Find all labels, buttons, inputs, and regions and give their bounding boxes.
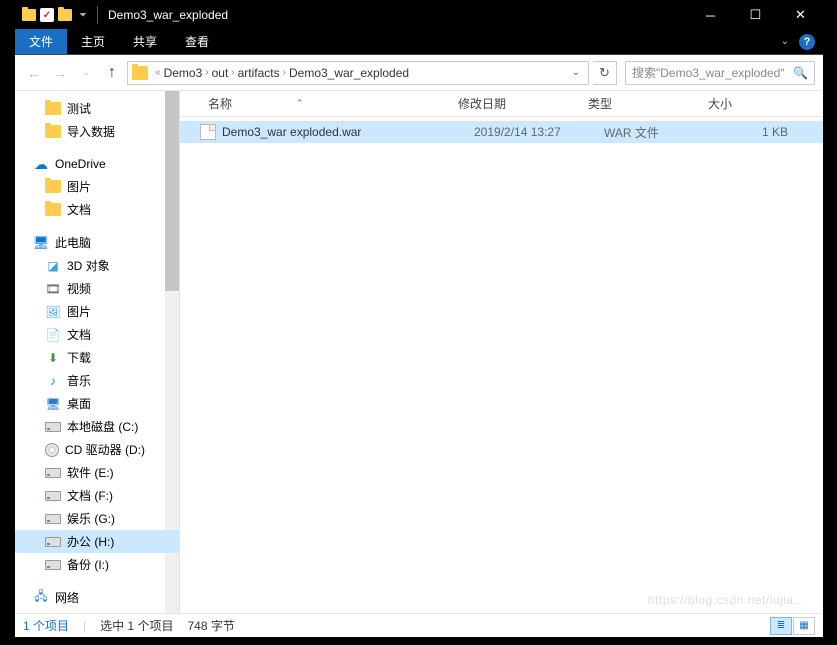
breadcrumb-item[interactable]: artifacts [238, 66, 280, 80]
main-area: 测试 导入数据 ☁OneDrive 图片 文档 🖥此电脑 ◪3D 对象 🎞视频 … [15, 91, 823, 613]
app-folder-icon [21, 7, 37, 23]
file-date: 2019/2/14 13:27 [466, 125, 596, 139]
drive-icon [45, 514, 61, 524]
nav-drive-f[interactable]: 文档 (F:) [15, 484, 179, 507]
status-bytes: 748 字节 [187, 617, 234, 634]
tab-share[interactable]: 共享 [119, 29, 171, 54]
watermark-text: https://blog.csdn.net/lujia... [648, 593, 805, 607]
tab-view[interactable]: 查看 [171, 29, 223, 54]
qat-folder-icon[interactable] [57, 7, 73, 23]
nav-documents[interactable]: 📄文档 [15, 323, 179, 346]
breadcrumb-item[interactable]: out [212, 66, 229, 80]
breadcrumb-folder-icon [132, 66, 148, 80]
back-button[interactable]: ← [23, 62, 45, 84]
file-size: 1 KB [716, 125, 796, 139]
nav-quick-test[interactable]: 测试 [15, 97, 179, 120]
download-icon: ⬇ [45, 350, 61, 366]
file-icon [200, 124, 216, 140]
pc-icon: 🖥 [33, 235, 49, 251]
status-bar: 1 个项目 | 选中 1 个项目 748 字节 ≣ ▦ [15, 613, 823, 637]
cd-icon [45, 443, 59, 457]
qat-check-icon[interactable]: ✓ [39, 7, 55, 23]
file-name: Demo3_war exploded.war [222, 125, 466, 139]
music-icon: ♪ [45, 373, 61, 389]
document-icon: 📄 [45, 327, 61, 343]
title-bar: ✓ ⏷ Demo3_war_exploded ─ ☐ ✕ [15, 1, 823, 29]
nav-videos[interactable]: 🎞视频 [15, 277, 179, 300]
navigation-pane: 测试 导入数据 ☁OneDrive 图片 文档 🖥此电脑 ◪3D 对象 🎞视频 … [15, 91, 180, 613]
nav-onedrive-pictures[interactable]: 图片 [15, 175, 179, 198]
address-bar: ← → ⌄ ↑ « Demo3 › out › artifacts › Demo… [15, 55, 823, 91]
nav-drive-e[interactable]: 软件 (E:) [15, 461, 179, 484]
tab-file[interactable]: 文件 [15, 29, 67, 54]
up-button[interactable]: ↑ [101, 62, 123, 84]
content-pane: 名称⌃ 修改日期 类型 大小 Demo3_war exploded.war 20… [180, 91, 823, 613]
view-details-button[interactable]: ≣ [770, 617, 792, 635]
ribbon-expand-icon[interactable]: ⌄ [781, 36, 789, 47]
nav-drive-i[interactable]: 备份 (I:) [15, 553, 179, 576]
nav-downloads[interactable]: ⬇下载 [15, 346, 179, 369]
drive-icon [45, 491, 61, 501]
nav-music[interactable]: ♪音乐 [15, 369, 179, 392]
tab-home[interactable]: 主页 [67, 29, 119, 54]
drive-icon [45, 537, 61, 547]
picture-icon: 🖼 [45, 304, 61, 320]
video-icon: 🎞 [45, 281, 61, 297]
sort-asc-icon: ⌃ [296, 98, 304, 109]
explorer-window: ✓ ⏷ Demo3_war_exploded ─ ☐ ✕ 文件 主页 共享 查看… [14, 0, 824, 638]
column-name[interactable]: 名称⌃ [200, 95, 450, 112]
file-row[interactable]: Demo3_war exploded.war 2019/2/14 13:27 W… [180, 121, 823, 143]
onedrive-icon: ☁ [33, 156, 49, 172]
help-icon[interactable]: ? [799, 34, 815, 50]
network-icon: 🖧 [33, 590, 49, 606]
refresh-button[interactable]: ↻ [593, 61, 617, 85]
nav-thispc[interactable]: 🖥此电脑 [15, 231, 179, 254]
nav-drive-c[interactable]: 本地磁盘 (C:) [15, 415, 179, 438]
search-placeholder: 搜索"Demo3_war_exploded" [632, 64, 785, 81]
close-button[interactable]: ✕ [778, 1, 823, 29]
nav-3d-objects[interactable]: ◪3D 对象 [15, 254, 179, 277]
ribbon-tabs: 文件 主页 共享 查看 ⌄ ? [15, 29, 823, 55]
qat-dropdown-icon[interactable]: ⏷ [75, 7, 91, 23]
window-title: Demo3_war_exploded [108, 8, 228, 22]
column-date[interactable]: 修改日期 [450, 95, 580, 112]
breadcrumb-bar[interactable]: « Demo3 › out › artifacts › Demo3_war_ex… [127, 61, 589, 85]
desktop-icon: 🖥 [45, 396, 61, 412]
maximize-button[interactable]: ☐ [733, 1, 778, 29]
nav-pictures[interactable]: 🖼图片 [15, 300, 179, 323]
recent-dropdown[interactable]: ⌄ [75, 62, 97, 84]
nav-drive-h[interactable]: 办公 (H:) [15, 530, 179, 553]
nav-quick-import[interactable]: 导入数据 [15, 120, 179, 143]
column-type[interactable]: 类型 [580, 95, 700, 112]
drive-icon [45, 560, 61, 570]
search-input[interactable]: 搜索"Demo3_war_exploded" 🔍 [625, 61, 815, 85]
search-icon: 🔍 [793, 66, 808, 80]
nav-desktop[interactable]: 🖥桌面 [15, 392, 179, 415]
forward-button[interactable]: → [49, 62, 71, 84]
file-list: Demo3_war exploded.war 2019/2/14 13:27 W… [180, 117, 823, 613]
drive-icon [45, 468, 61, 478]
breadcrumb-item[interactable]: Demo3_war_exploded [289, 66, 409, 80]
minimize-button[interactable]: ─ [688, 1, 733, 29]
nav-network[interactable]: 🖧网络 [15, 586, 179, 609]
address-dropdown-icon[interactable]: ⌄ [568, 67, 584, 78]
drive-icon [45, 422, 61, 432]
objects3d-icon: ◪ [45, 258, 61, 274]
breadcrumb-item[interactable]: Demo3 [164, 66, 203, 80]
status-item-count: 1 个项目 [23, 617, 69, 634]
nav-onedrive[interactable]: ☁OneDrive [15, 153, 179, 175]
view-icons-button[interactable]: ▦ [793, 617, 815, 635]
status-selected: 选中 1 个项目 [100, 617, 173, 634]
file-type: WAR 文件 [596, 124, 716, 141]
nav-drive-g[interactable]: 娱乐 (G:) [15, 507, 179, 530]
column-size[interactable]: 大小 [700, 95, 780, 112]
nav-drive-d[interactable]: CD 驱动器 (D:) [15, 438, 179, 461]
nav-onedrive-docs[interactable]: 文档 [15, 198, 179, 221]
column-headers: 名称⌃ 修改日期 类型 大小 [180, 91, 823, 117]
